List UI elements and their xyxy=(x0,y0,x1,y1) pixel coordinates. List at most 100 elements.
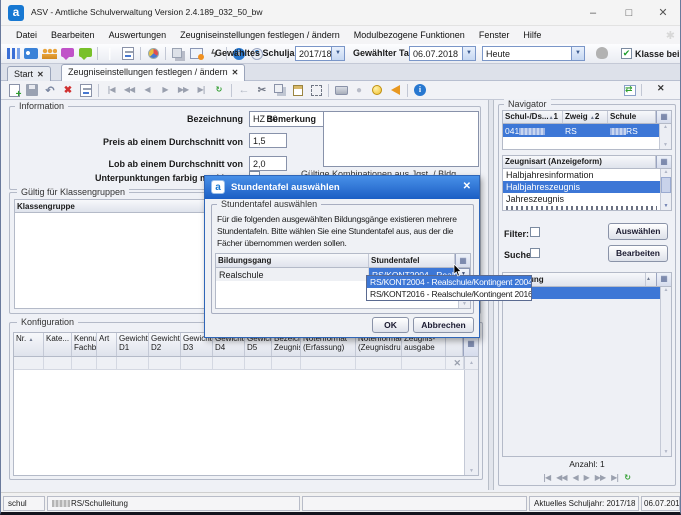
filter-cell[interactable] xyxy=(213,357,245,369)
table-config-icon[interactable]: ▦ xyxy=(656,111,671,123)
fast-prev-icon[interactable]: ◀◀ xyxy=(121,83,137,98)
konfiguration-table-body[interactable] xyxy=(14,370,464,475)
back-icon[interactable]: ← xyxy=(236,83,252,98)
scroll-up-icon[interactable]: ▲ xyxy=(661,169,671,176)
filter-cell[interactable] xyxy=(97,357,117,369)
fast-next-icon[interactable]: ▶▶ xyxy=(175,83,191,98)
filter-cell[interactable] xyxy=(402,357,446,369)
col-art[interactable]: Art xyxy=(97,333,117,356)
list-item-clipped[interactable] xyxy=(506,206,657,210)
teachers-module-icon[interactable] xyxy=(41,46,57,61)
tab-zeugniseinstellungen[interactable]: Zeugniseinstellungen festlegen / ändern✕ xyxy=(61,64,245,81)
new-record-icon[interactable] xyxy=(6,83,22,98)
group-chat-icon[interactable] xyxy=(77,46,93,61)
copy-icon[interactable] xyxy=(272,83,288,98)
suche-checkbox[interactable] xyxy=(530,248,540,258)
zeugnisart-header[interactable]: Zeugnisart (Anzeigeform) xyxy=(503,156,656,168)
fast-prev-icon[interactable]: ◀◀ xyxy=(556,474,566,482)
refresh-icon[interactable]: ↻ xyxy=(624,474,631,482)
dropdown-option-kont2004[interactable]: RS/KONT2004 - Realschule/Kontingent 2004 xyxy=(367,276,531,288)
menu-auswertungen[interactable]: Auswertungen xyxy=(102,28,174,42)
prev-record-icon[interactable]: ◀ xyxy=(139,83,155,98)
list-item-halbjahreszeugnis[interactable]: Halbjahreszeugnis xyxy=(503,181,660,193)
preis-input[interactable]: 1,5 xyxy=(249,133,287,148)
filter-cell[interactable] xyxy=(44,357,72,369)
scroll-down-icon[interactable]: ▼ xyxy=(661,449,671,456)
tab-start[interactable]: Start✕ xyxy=(7,66,51,81)
col-schul-ds[interactable]: Schul-/Ds...▲1 xyxy=(503,111,563,123)
col-nr[interactable]: Nr. ▲ xyxy=(14,333,44,356)
list-item-jahreszeugnis[interactable]: Jahreszeugnis xyxy=(503,193,660,205)
module-window-icon[interactable] xyxy=(188,46,204,61)
menu-zeugniseinstellungen[interactable]: Zeugniseinstellungen festlegen / ändern xyxy=(173,28,347,42)
lightbulb-icon[interactable] xyxy=(369,83,385,98)
save-icon[interactable] xyxy=(24,83,40,98)
school-row[interactable]: 041 RS RS xyxy=(503,124,671,137)
documents-icon[interactable] xyxy=(170,46,186,61)
klasse-beibehalten-checkbox[interactable]: ✔ xyxy=(621,48,632,59)
abbrechen-button[interactable]: Abbrechen xyxy=(413,317,474,333)
last-record-icon[interactable]: ▶| xyxy=(611,474,618,482)
next-record-icon[interactable]: ▶ xyxy=(584,474,589,482)
col-zweig[interactable]: Zweig ▲2 xyxy=(563,111,608,123)
bemerkung-textarea[interactable] xyxy=(323,111,479,167)
result-list-body[interactable] xyxy=(503,299,660,456)
result-list-scrollbar[interactable]: ▲ ▼ xyxy=(660,287,671,456)
edit-form-icon[interactable] xyxy=(78,83,94,98)
bearbeiten-button[interactable]: Bearbeiten xyxy=(608,245,668,262)
maximize-button[interactable]: □ xyxy=(614,0,644,26)
filter-cell[interactable] xyxy=(272,357,301,369)
school-table-scrollbar[interactable]: ▲ ▼ xyxy=(659,124,671,149)
menu-hilfe[interactable]: Hilfe xyxy=(516,28,548,42)
col-kategorie[interactable]: Kate... xyxy=(44,333,72,356)
dropdown-option-kont2016[interactable]: RS/KONT2016 - Realschule/Kontingent 2016 xyxy=(367,288,531,300)
info2-icon[interactable]: i xyxy=(412,83,428,98)
filter-checkbox[interactable] xyxy=(530,227,540,237)
scroll-up-icon[interactable]: ▲ xyxy=(464,357,478,369)
bildungsgang-cell[interactable]: Realschule xyxy=(216,268,369,281)
first-record-icon[interactable]: |◀ xyxy=(103,83,119,98)
chevron-down-icon[interactable]: ▼ xyxy=(571,47,584,60)
lob-input[interactable]: 2,0 xyxy=(249,156,287,171)
table-config-icon[interactable]: ▦ xyxy=(656,273,671,286)
col-kennung[interactable]: KennuFachbe xyxy=(72,333,97,356)
schuljahr-combo[interactable]: 2017/18▼ xyxy=(295,46,345,61)
minimize-button[interactable]: – xyxy=(578,0,608,26)
scroll-down-icon[interactable]: ▼ xyxy=(465,468,478,475)
zeitraum-combo[interactable]: Heute▼ xyxy=(482,46,585,61)
next-record-icon[interactable]: ▶ xyxy=(157,83,173,98)
zeugnisart-scrollbar[interactable]: ▲ ▼ xyxy=(660,169,671,210)
col-gewicht-d2[interactable]: GewichtD2 xyxy=(149,333,181,356)
lock-icon[interactable] xyxy=(596,47,608,59)
grades-book-icon[interactable] xyxy=(102,46,118,61)
list-item-halbjahresinformation[interactable]: Halbjahresinformation xyxy=(503,169,660,181)
table-config-icon[interactable]: ▦ xyxy=(656,156,671,168)
filter-cell[interactable] xyxy=(14,357,44,369)
scroll-down-icon[interactable]: ▼ xyxy=(459,301,470,308)
paste-icon[interactable] xyxy=(290,83,306,98)
filter-cell[interactable] xyxy=(117,357,149,369)
filter-cell[interactable] xyxy=(356,357,402,369)
scroll-up-icon[interactable]: ▲ xyxy=(661,287,671,294)
class-chat-icon[interactable] xyxy=(59,46,75,61)
scroll-down-icon[interactable]: ▼ xyxy=(661,203,671,210)
tab-close-icon[interactable]: ✕ xyxy=(232,68,239,77)
preview-icon[interactable]: ● xyxy=(351,83,367,98)
filter-cell[interactable] xyxy=(181,357,213,369)
refresh-icon[interactable]: ↻ xyxy=(211,83,227,98)
dialog-titlebar[interactable]: a Stundentafel auswählen ✕ xyxy=(205,176,479,199)
panel-sync-icon[interactable] xyxy=(622,83,638,98)
menu-fenster[interactable]: Fenster xyxy=(472,28,517,42)
chevron-down-icon[interactable]: ▼ xyxy=(331,47,344,60)
col-gewicht-d1[interactable]: GewichtD1 xyxy=(117,333,149,356)
tag-combo[interactable]: 06.07.2018▼ xyxy=(409,46,476,61)
ok-button[interactable]: OK xyxy=(372,317,409,333)
students-module-icon[interactable] xyxy=(5,46,21,61)
report-icon[interactable] xyxy=(120,46,136,61)
col-stundentafel[interactable]: Stundentafel xyxy=(369,254,455,267)
auswaehlen-button[interactable]: Auswählen xyxy=(608,223,668,240)
menu-bearbeiten[interactable]: Bearbeiten xyxy=(44,28,102,42)
last-record-icon[interactable]: ▶| xyxy=(193,83,209,98)
menu-datei[interactable]: Datei xyxy=(9,28,44,42)
first-record-icon[interactable]: |◀ xyxy=(543,474,550,482)
